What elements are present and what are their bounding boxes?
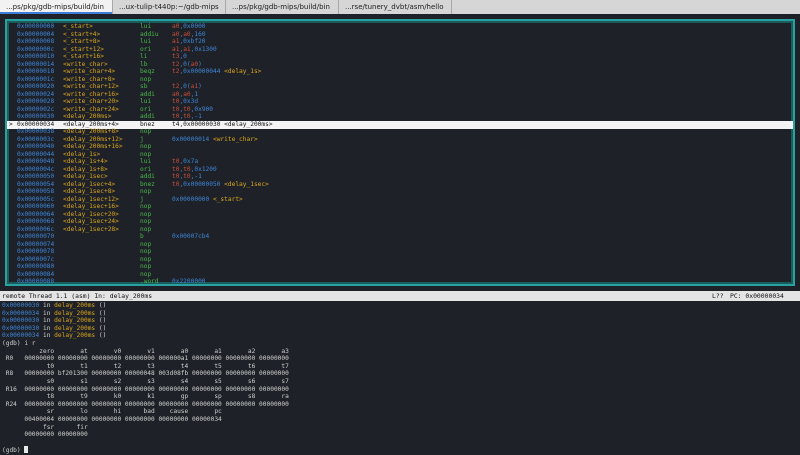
gdb-prompt: (gdb) bbox=[2, 447, 25, 455]
gdb-command-window[interactable]: 0x00000030 in delay_200ms () 0x00000034 i… bbox=[0, 302, 800, 454]
asm-address: 0x00000088 bbox=[17, 278, 55, 285]
tui-layout-frame: 0x00000000 <_start> lui a0,0x0000 0x00000004… bbox=[0, 14, 800, 291]
asm-layout-window[interactable]: 0x00000000 <_start> lui a0,0x0000 0x00000004… bbox=[5, 19, 795, 286]
terminal-tab[interactable]: ...ps/pkg/gdb-mips/build/bin bbox=[0, 0, 113, 14]
gdb-prompt-line[interactable]: (gdb) bbox=[2, 446, 29, 455]
status-thread-info: remote Thread 1.1 (asm) In: delay_200ms bbox=[2, 292, 153, 300]
asm-operands: 0x2200000 bbox=[172, 278, 206, 285]
terminal-tab[interactable]: ...ps/pkg/gdb-mips/build/bin bbox=[226, 0, 339, 14]
status-pc: PC: 0x00000034 bbox=[730, 292, 784, 300]
asm-mnemonic: .word bbox=[140, 278, 159, 285]
terminal-tab[interactable]: ...ux-tulip-t440p:~/gdb-mips bbox=[113, 0, 226, 14]
asm-row[interactable]: 0x00000088 .word 0x2200000 bbox=[7, 278, 793, 285]
status-line-number: L?? bbox=[712, 292, 724, 300]
terminal-tab[interactable]: ...rse/tunery_dvbt/asm/hello bbox=[339, 0, 452, 14]
terminal-tab-bar: ...ps/pkg/gdb-mips/build/bin ...ux-tulip-… bbox=[0, 0, 800, 15]
register-dump-line: 00000000 00000000 bbox=[2, 431, 88, 439]
tui-status-bar: remote Thread 1.1 (asm) In: delay_200ms … bbox=[0, 291, 800, 301]
